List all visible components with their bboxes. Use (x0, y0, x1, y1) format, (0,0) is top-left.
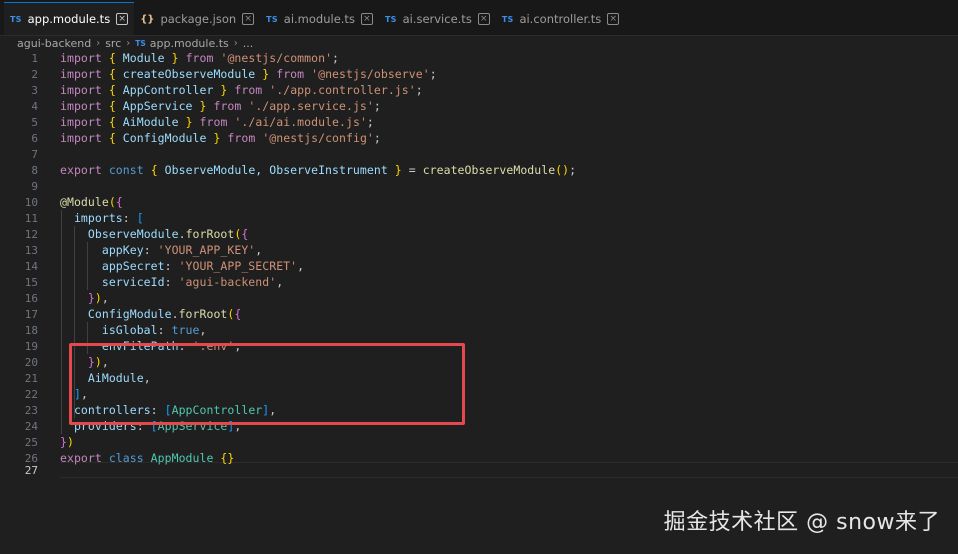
typescript-file-icon: TS (135, 38, 146, 48)
line-number: 4 (31, 99, 38, 113)
code-line: 12 ObserveModule.forRoot({ (0, 226, 958, 242)
line-number: 25 (24, 435, 38, 449)
code-line: 8 export const { ObserveModule, ObserveI… (0, 162, 958, 178)
annotation-highlight-box (69, 343, 465, 425)
code-line: 17 ConfigModule.forRoot({ (0, 306, 958, 322)
line-number: 7 (31, 147, 38, 161)
chevron-right-icon: › (96, 37, 101, 49)
line-number: 5 (31, 115, 38, 129)
line-number: 6 (31, 131, 38, 145)
tab-ai-controller[interactable]: TS ai.controller.ts × (496, 3, 625, 35)
close-icon[interactable]: × (607, 13, 620, 25)
close-icon[interactable]: × (116, 13, 129, 25)
line-number: 16 (24, 291, 38, 305)
tab-label: package.json (160, 12, 237, 26)
code-line: 5 import { AiModule } from './ai/ai.modu… (0, 114, 958, 130)
line-number: 14 (24, 259, 38, 273)
line-number: 23 (24, 403, 38, 417)
line-number: 2 (31, 67, 38, 81)
code-line: 7 (0, 146, 958, 162)
line-number: 20 (24, 355, 38, 369)
line-number: 24 (24, 419, 38, 433)
typescript-file-icon: TS (10, 14, 22, 24)
close-icon[interactable]: × (242, 13, 255, 25)
tab-ai-service[interactable]: TS ai.service.ts × (379, 3, 496, 35)
tab-label: ai.controller.ts (519, 12, 602, 26)
code-line: 18 isGlobal: true, (0, 322, 958, 338)
breadcrumb: agui-backend › src › TS app.module.ts › … (0, 35, 958, 51)
line-number: 3 (31, 83, 38, 97)
breadcrumb-item-project[interactable]: agui-backend (17, 37, 91, 50)
breadcrumb-item-file[interactable]: app.module.ts (150, 37, 229, 50)
line-number: 22 (24, 387, 38, 401)
line-number: 1 (31, 51, 38, 65)
typescript-file-icon: TS (384, 14, 397, 24)
code-line: 6 import { ConfigModule } from '@nestjs/… (0, 130, 958, 146)
code-line: 14 appSecret: 'YOUR_APP_SECRET', (0, 258, 958, 274)
code-line: 3 import { AppController } from './app.c… (0, 82, 958, 98)
tab-label: ai.service.ts (402, 12, 472, 26)
line-number: 19 (24, 339, 38, 353)
editor-tab-bar: TS app.module.ts × {} package.json × TS … (0, 0, 958, 36)
code-line: 9 (0, 178, 958, 194)
typescript-file-icon: TS (501, 14, 514, 24)
tab-package-json[interactable]: {} package.json × (134, 3, 260, 35)
typescript-file-icon: TS (266, 14, 278, 24)
code-editor[interactable]: 1 import { Module } from '@nestjs/common… (0, 50, 958, 482)
line-number: 8 (31, 163, 38, 177)
close-icon[interactable]: × (360, 13, 373, 25)
line-number: 12 (24, 227, 38, 241)
chevron-right-icon: › (233, 37, 238, 49)
line-number: 11 (24, 211, 38, 225)
tab-label: app.module.ts (27, 12, 111, 26)
line-number: 13 (24, 243, 38, 257)
code-line: 16 }), (0, 290, 958, 306)
code-line: 1 import { Module } from '@nestjs/common… (0, 50, 958, 66)
code-line: 25 }) (0, 434, 958, 450)
line-number: 27 (24, 463, 38, 477)
breadcrumb-item-src[interactable]: src (105, 37, 121, 50)
chevron-right-icon: › (126, 37, 131, 49)
code-line: 4 import { AppService } from './app.serv… (0, 98, 958, 114)
line-number: 17 (24, 307, 38, 321)
watermark-text: 掘金技术社区 @ snow来了 (663, 510, 940, 535)
breadcrumb-item-symbol[interactable]: ... (243, 37, 254, 50)
line-number: 21 (24, 371, 38, 385)
line-number: 10 (24, 195, 38, 209)
code-line: 2 import { createObserveModule } from '@… (0, 66, 958, 82)
code-line: 13 appKey: 'YOUR_APP_KEY', (0, 242, 958, 258)
code-line: 15 serviceId: 'agui-backend', (0, 274, 958, 290)
line-number: 18 (24, 323, 38, 337)
code-line: 10 @Module({ (0, 194, 958, 210)
tab-label: ai.module.ts (283, 12, 355, 26)
tab-ai-module[interactable]: TS ai.module.ts × (260, 3, 379, 35)
code-line: 11 imports: [ (0, 210, 958, 226)
line-number: 9 (31, 179, 38, 193)
line-number: 15 (24, 275, 38, 289)
json-file-icon: {} (140, 13, 155, 25)
close-icon[interactable]: × (477, 13, 490, 25)
tab-app-module[interactable]: TS app.module.ts × (4, 2, 135, 35)
code-line: 27 (0, 462, 958, 478)
